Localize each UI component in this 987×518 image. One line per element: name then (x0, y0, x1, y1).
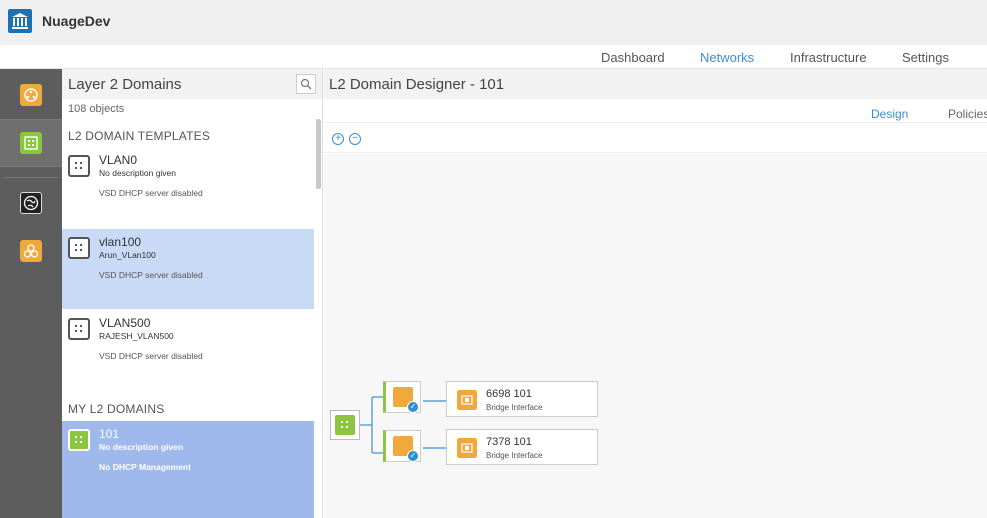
shared-resources-icon (20, 240, 42, 262)
bridge-interface-node-1[interactable]: 6698 101 Bridge Interface (446, 381, 598, 417)
template-item-vlan500[interactable]: VLAN500 RAJESH_VLAN500 VSD DHCP server d… (62, 310, 314, 390)
l2-domain-icon (335, 415, 355, 435)
l2-template-icon (68, 318, 90, 340)
bridge-name: 6698 101 (486, 388, 532, 400)
nav-networks[interactable]: Networks (700, 50, 754, 65)
network-macro-icon (20, 84, 42, 106)
panel-title: Layer 2 Domains (68, 76, 182, 93)
item-description: No description given (99, 442, 184, 452)
item-dhcp-status: No DHCP Management (99, 462, 191, 472)
left-rail (0, 69, 62, 518)
item-name: VLAN0 (99, 153, 138, 167)
item-dhcp-status: VSD DHCP server disabled (99, 270, 203, 280)
top-bar: NuageDev (0, 0, 987, 45)
l2-template-icon (68, 155, 90, 177)
design-canvas[interactable]: ✓ ✓ 6698 101 Bridge Interface 7378 101 B… (324, 154, 987, 518)
l2-template-icon (68, 237, 90, 259)
tab-policies[interactable]: Policies (948, 107, 987, 121)
rail-public-networks[interactable] (0, 179, 62, 227)
item-dhcp-status: VSD DHCP server disabled (99, 351, 203, 361)
zoom-in-button[interactable]: + (332, 133, 344, 145)
designer-tabs: Design Policies (324, 99, 987, 123)
item-description: RAJESH_VLAN500 (99, 331, 174, 341)
search-button[interactable] (296, 74, 316, 94)
globe-icon (20, 192, 42, 214)
bridge-interface-icon (457, 438, 477, 458)
l2-domain-root-node[interactable] (330, 410, 360, 440)
vport-icon: ✓ (393, 436, 419, 462)
designer-header: L2 Domain Designer - 101 (324, 69, 987, 99)
nav-infrastructure[interactable]: Infrastructure (790, 50, 867, 65)
rail-network-macros[interactable] (0, 71, 62, 119)
nav-settings[interactable]: Settings (902, 50, 949, 65)
object-count: 108 objects (68, 103, 125, 115)
bridge-interface-node-2[interactable]: 7378 101 Bridge Interface (446, 429, 598, 465)
check-icon: ✓ (407, 401, 419, 413)
topology-connectors (360, 396, 446, 454)
check-icon: ✓ (407, 450, 419, 462)
main-nav: Dashboard Networks Infrastructure Settin… (0, 45, 987, 69)
domain-designer: L2 Domain Designer - 101 Design Policies… (324, 69, 987, 518)
scrollbar-thumb[interactable] (316, 119, 321, 189)
item-name: 101 (99, 427, 120, 441)
app-title: NuageDev (42, 13, 111, 29)
tab-design[interactable]: Design (871, 107, 908, 121)
zoom-controls: + − (324, 125, 987, 153)
list-panel-header: Layer 2 Domains (62, 69, 322, 99)
bridge-name: 7378 101 (486, 436, 532, 448)
templates-heading: L2 DOMAIN TEMPLATES (68, 129, 211, 143)
bridge-type: Bridge Interface (486, 403, 543, 412)
bridge-interface-icon (457, 390, 477, 410)
item-name: vlan100 (99, 235, 142, 249)
template-item-vlan100[interactable]: vlan100 Arun_VLan100 VSD DHCP server dis… (62, 229, 314, 309)
my-domains-heading: MY L2 DOMAINS (68, 402, 165, 416)
rail-shared-resources[interactable] (0, 227, 62, 275)
l2-domain-list-panel: Layer 2 Domains 108 objects L2 DOMAIN TE… (62, 69, 323, 518)
domain-item-101[interactable]: 101 No description given No DHCP Managem… (62, 421, 314, 518)
rail-divider (4, 177, 58, 178)
rail-l2-domains[interactable] (0, 119, 62, 167)
l2-domain-icon (68, 429, 90, 451)
designer-title: L2 Domain Designer - 101 (329, 76, 505, 93)
item-description: No description given (99, 168, 177, 178)
item-name: VLAN500 (99, 316, 151, 330)
zoom-out-button[interactable]: − (349, 133, 361, 145)
vport-node-1[interactable]: ✓ (383, 381, 421, 413)
item-description: Arun_VLan100 (99, 250, 156, 260)
item-dhcp-status: VSD DHCP server disabled (99, 188, 203, 198)
nav-dashboard[interactable]: Dashboard (601, 50, 665, 65)
template-item-vlan0[interactable]: VLAN0 No description given VSD DHCP serv… (62, 147, 314, 227)
bridge-type: Bridge Interface (486, 451, 543, 460)
bank-icon[interactable] (8, 9, 32, 33)
vport-node-2[interactable]: ✓ (383, 430, 421, 462)
search-icon (300, 78, 312, 90)
l2-domain-icon (20, 132, 42, 154)
vport-icon: ✓ (393, 387, 419, 413)
